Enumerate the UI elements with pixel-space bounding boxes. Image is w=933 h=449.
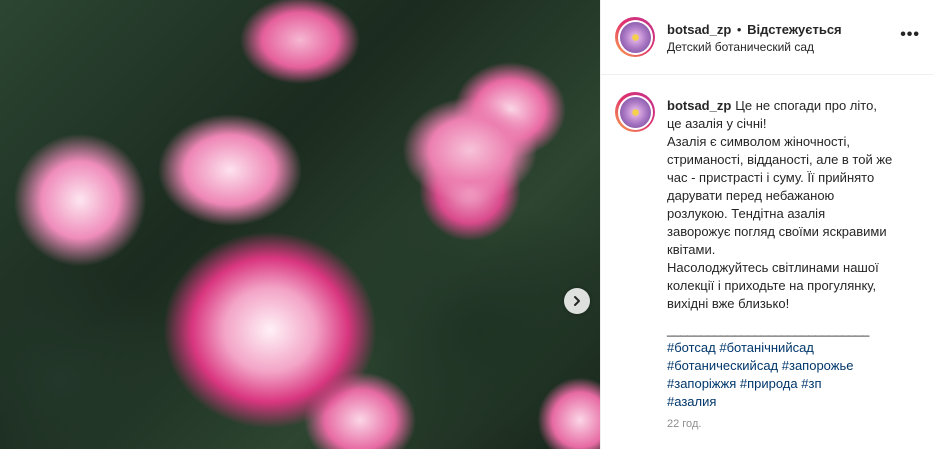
caption-line: квітами. xyxy=(667,242,716,257)
caption-line: розлукою. Тендітна азалія xyxy=(667,206,826,221)
avatar-image xyxy=(619,21,651,53)
hashtag-link[interactable]: #природа xyxy=(740,376,798,391)
post-details-panel: botsad_zp • Відстежується Детский ботани… xyxy=(600,0,933,449)
following-status-button[interactable]: Відстежується xyxy=(747,22,842,37)
post-caption: botsad_zp Це не спогади про літо, це азал… xyxy=(667,97,922,411)
hashtag-line: #азалия xyxy=(667,393,922,411)
caption-avatar[interactable] xyxy=(615,92,655,132)
chevron-right-icon xyxy=(574,296,580,306)
caption-line: колекції і приходьте на прогулянку, xyxy=(667,278,877,293)
hashtag-line: #запоріжжя #природа #зп xyxy=(667,375,922,393)
avatar[interactable] xyxy=(615,17,655,57)
caption-line: час - пристрасті і суму. Її прийнято xyxy=(667,170,875,185)
next-image-button[interactable] xyxy=(564,288,590,314)
hashtag-link[interactable]: #азалия xyxy=(667,394,716,409)
caption-line: вихідні вже близько! xyxy=(667,296,790,311)
header-username[interactable]: botsad_zp xyxy=(667,22,731,37)
caption-line: заворожує погляд своїми яскравими xyxy=(667,224,887,239)
caption-line: Азалія є символом жіночності, xyxy=(667,134,850,149)
avatar-image xyxy=(619,96,651,128)
caption-line: дарувати перед небажаною xyxy=(667,188,835,203)
caption-line: Насолоджуйтесь світлинами нашої xyxy=(667,260,879,275)
hashtag-link[interactable]: #ботанічнийсад xyxy=(719,340,814,355)
hashtag-link[interactable]: #запорожье xyxy=(782,358,854,373)
more-options-icon[interactable]: ••• xyxy=(900,26,920,44)
caption-username[interactable]: botsad_zp xyxy=(667,98,731,113)
caption-line: це азалія у січні! xyxy=(667,116,767,131)
separator-dot: • xyxy=(736,22,742,37)
hashtag-line: #ботаническийсад #запорожье xyxy=(667,357,922,375)
caption-divider: ______________________________ xyxy=(667,322,869,337)
hashtag-link[interactable]: #ботаническийсад xyxy=(667,358,778,373)
caption-line: стриманості, відданості, але в той же xyxy=(667,152,893,167)
hashtag-link[interactable]: #запоріжжя xyxy=(667,376,736,391)
hashtag-line: #ботсад #ботанічнийсад xyxy=(667,339,922,357)
caption-line: botsad_zp Це не спогади про літо, xyxy=(667,98,877,113)
location-link[interactable]: Детский ботанический сад xyxy=(667,40,814,54)
post-timestamp[interactable]: 22 год. xyxy=(667,418,701,430)
hashtag-link[interactable]: #ботсад xyxy=(667,340,716,355)
post-photo[interactable] xyxy=(0,0,600,449)
post-header: botsad_zp • Відстежується Детский ботани… xyxy=(601,0,933,75)
hashtag-link[interactable]: #зп xyxy=(801,376,821,391)
